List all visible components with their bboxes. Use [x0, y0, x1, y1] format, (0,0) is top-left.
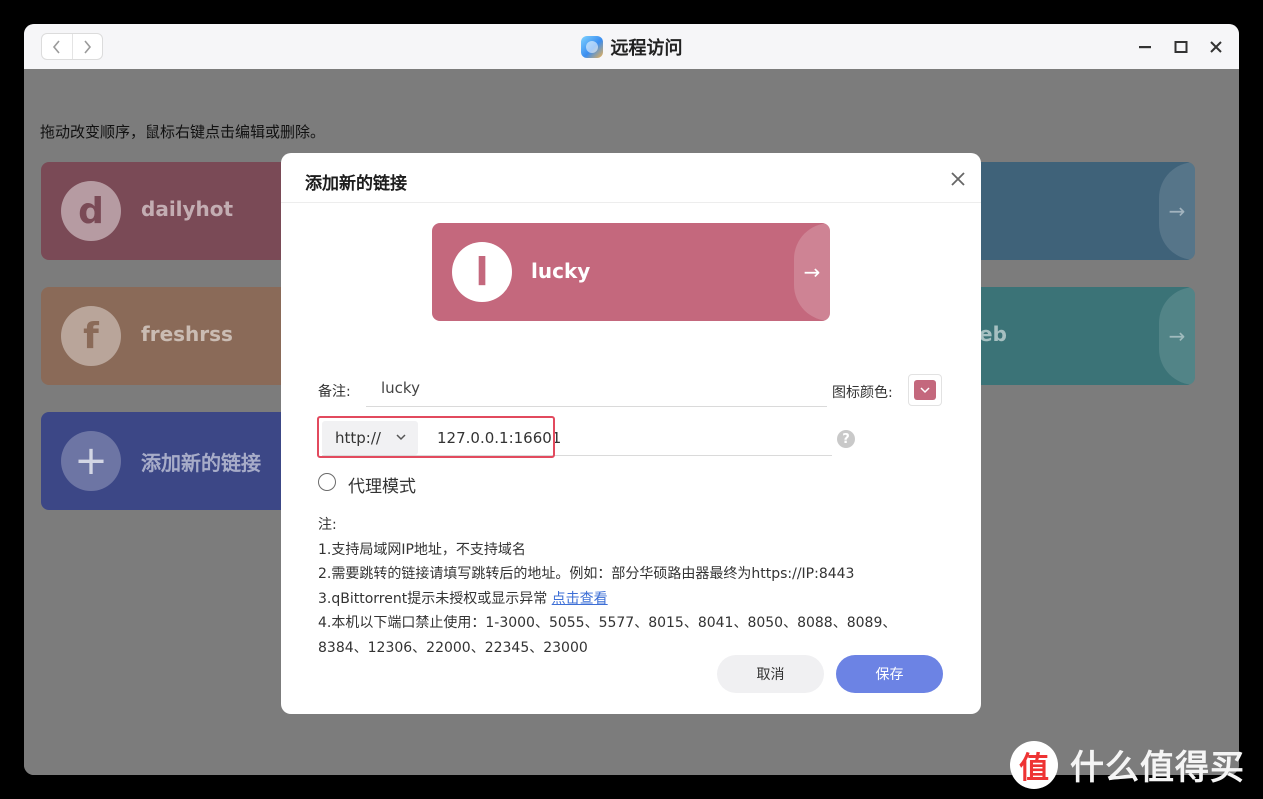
preview-letter-icon: l [452, 242, 512, 302]
watermark: 值 什么值得买 [1010, 740, 1245, 789]
card-letter-icon: d [61, 181, 121, 241]
arrow-right-icon: → [794, 223, 830, 321]
maximize-button[interactable] [1170, 36, 1192, 58]
color-swatch [914, 380, 936, 400]
notes-heading: 注: [318, 517, 337, 533]
card-name: freshrss [141, 322, 233, 346]
maximize-icon [1174, 41, 1188, 53]
close-icon[interactable] [949, 170, 967, 188]
dialog-title: 添加新的链接 [305, 174, 407, 194]
window-title-area: 远程访问 [24, 24, 1239, 69]
cancel-button[interactable]: 取消 [717, 655, 824, 693]
window-title: 远程访问 [610, 37, 683, 59]
note-label: 备注: [318, 384, 351, 400]
proxy-mode-label: 代理模式 [348, 477, 416, 497]
dialog-header: 添加新的链接 [281, 153, 981, 203]
minimize-icon [1139, 46, 1151, 49]
note-line: 4.本机以下端口禁止使用：1-3000、5055、5577、8015、8041、… [318, 615, 897, 631]
card-name: 添加新的链接 [141, 451, 261, 475]
link-preview-card: l lucky → [432, 223, 830, 321]
note-input[interactable]: lucky [381, 379, 420, 397]
card-name: eb [979, 322, 1007, 346]
close-icon [1210, 41, 1222, 53]
save-button[interactable]: 保存 [836, 655, 943, 693]
card-letter-icon: f [61, 306, 121, 366]
chevron-down-icon [920, 386, 930, 393]
arrow-right-icon: → [1159, 162, 1195, 260]
watermark-badge: 值 [1010, 740, 1058, 789]
view-details-link[interactable]: 点击查看 [552, 591, 608, 607]
notes-section: 注: 1.支持局域网IP地址，不支持域名 2.需要跳转的链接请填写跳转后的地址。… [318, 513, 896, 660]
note-underline [366, 406, 827, 407]
url-highlight-box [317, 416, 555, 458]
close-window-button[interactable] [1205, 36, 1227, 58]
proxy-mode-radio[interactable] [318, 473, 336, 491]
icon-color-label: 图标颜色: [832, 385, 893, 401]
reorder-hint: 拖动改变顺序，鼠标右键点击编辑或删除。 [40, 123, 326, 141]
note-text: 3.qBittorrent提示未授权或显示异常 [318, 590, 552, 607]
title-bar: 远程访问 [24, 24, 1239, 69]
remote-access-app-icon [580, 35, 603, 58]
note-line: 1.支持局域网IP地址，不支持域名 [318, 541, 526, 558]
note-line: 3.qBittorrent提示未授权或显示异常 点击查看 [318, 587, 896, 612]
plus-icon: + [61, 431, 121, 491]
add-link-dialog: 添加新的链接 l lucky → 备注: lucky 图标颜色: http://… [281, 153, 981, 714]
icon-color-picker[interactable] [908, 374, 942, 406]
arrow-right-icon: → [1159, 287, 1195, 385]
watermark-text: 什么值得买 [1070, 748, 1245, 788]
preview-name: lucky [531, 259, 591, 283]
card-name: dailyhot [141, 197, 234, 221]
help-icon[interactable]: ? [837, 430, 855, 448]
minimize-button[interactable] [1134, 36, 1156, 58]
note-line: 2.需要跳转的链接请填写跳转后的地址。例如：部分华硕路由器最终为https://… [318, 566, 855, 582]
